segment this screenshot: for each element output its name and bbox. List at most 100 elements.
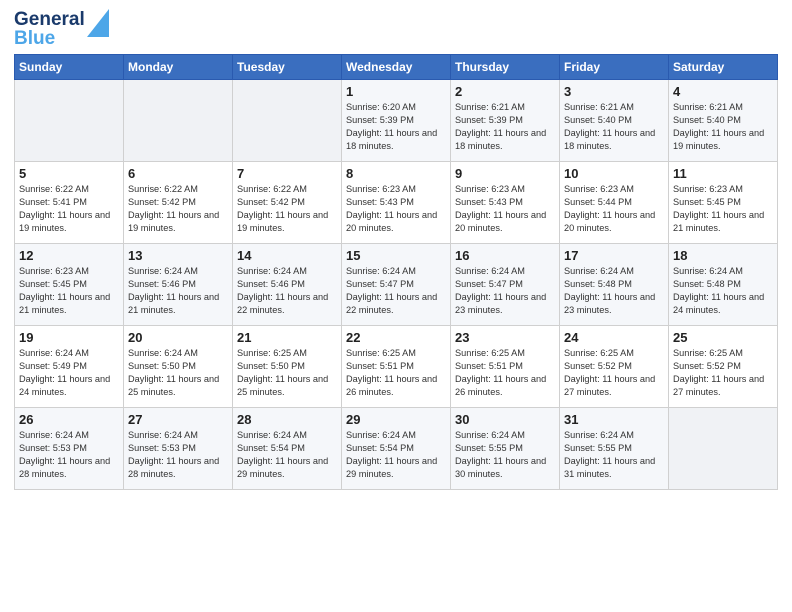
calendar-cell: 26 Sunrise: 6:24 AMSunset: 5:53 PMDayligh…: [15, 408, 124, 490]
day-number: 5: [19, 166, 119, 181]
day-number: 24: [564, 330, 664, 345]
weekday-header-wednesday: Wednesday: [342, 55, 451, 80]
logo-icon: [87, 9, 109, 37]
calendar-cell: 2 Sunrise: 6:21 AMSunset: 5:39 PMDaylight…: [451, 80, 560, 162]
day-number: 17: [564, 248, 664, 263]
calendar-table: SundayMondayTuesdayWednesdayThursdayFrid…: [14, 54, 778, 490]
day-number: 20: [128, 330, 228, 345]
day-number: 27: [128, 412, 228, 427]
calendar-cell: 16Sunrise: 6:24 AMSunset: 5:47 PMDayligh…: [451, 244, 560, 326]
week-row-4: 19 Sunrise: 6:24 AMSunset: 5:49 PMDayligh…: [15, 326, 778, 408]
calendar-cell: 8 Sunrise: 6:23 AMSunset: 5:43 PMDaylight…: [342, 162, 451, 244]
calendar-cell: 11Sunrise: 6:23 AMSunset: 5:45 PMDayligh…: [669, 162, 778, 244]
calendar-cell: 12 Sunrise: 6:23 AMSunset: 5:45 PMDayligh…: [15, 244, 124, 326]
calendar-cell: 19 Sunrise: 6:24 AMSunset: 5:49 PMDayligh…: [15, 326, 124, 408]
calendar-cell: 15 Sunrise: 6:24 AMSunset: 5:47 PMDayligh…: [342, 244, 451, 326]
weekday-header-monday: Monday: [124, 55, 233, 80]
day-number: 2: [455, 84, 555, 99]
calendar-cell: 31 Sunrise: 6:24 AMSunset: 5:55 PMDayligh…: [560, 408, 669, 490]
calendar-cell: 30 Sunrise: 6:24 AMSunset: 5:55 PMDayligh…: [451, 408, 560, 490]
week-row-5: 26 Sunrise: 6:24 AMSunset: 5:53 PMDayligh…: [15, 408, 778, 490]
cell-details: Sunrise: 6:24 AMSunset: 5:47 PMDaylight:…: [346, 265, 446, 317]
calendar-cell: 1 Sunrise: 6:20 AMSunset: 5:39 PMDaylight…: [342, 80, 451, 162]
day-number: 13: [128, 248, 228, 263]
cell-details: Sunrise: 6:24 AMSunset: 5:49 PMDaylight:…: [19, 347, 119, 399]
header: General Blue: [14, 10, 778, 48]
cell-details: Sunrise: 6:22 AMSunset: 5:42 PMDaylight:…: [128, 183, 228, 235]
calendar-cell: 6 Sunrise: 6:22 AMSunset: 5:42 PMDaylight…: [124, 162, 233, 244]
calendar-cell: 27 Sunrise: 6:24 AMSunset: 5:53 PMDayligh…: [124, 408, 233, 490]
cell-details: Sunrise: 6:24 AMSunset: 5:46 PMDaylight:…: [128, 265, 228, 317]
cell-details: Sunrise: 6:22 AMSunset: 5:41 PMDaylight:…: [19, 183, 119, 235]
cell-details: Sunrise: 6:22 AMSunset: 5:42 PMDaylight:…: [237, 183, 337, 235]
cell-details: Sunrise: 6:24 AMSunset: 5:47 PMDaylight:…: [455, 265, 555, 317]
cell-details: Sunrise: 6:24 AMSunset: 5:54 PMDaylight:…: [237, 429, 337, 481]
day-number: 1: [346, 84, 446, 99]
weekday-header-saturday: Saturday: [669, 55, 778, 80]
calendar-cell: 4 Sunrise: 6:21 AMSunset: 5:40 PMDaylight…: [669, 80, 778, 162]
day-number: 15: [346, 248, 446, 263]
cell-details: Sunrise: 6:24 AMSunset: 5:48 PMDaylight:…: [673, 265, 773, 317]
logo-blue: Blue: [14, 29, 55, 48]
calendar-cell: 21Sunrise: 6:25 AMSunset: 5:50 PMDayligh…: [233, 326, 342, 408]
cell-details: Sunrise: 6:21 AMSunset: 5:40 PMDaylight:…: [564, 101, 664, 153]
day-number: 19: [19, 330, 119, 345]
cell-details: Sunrise: 6:25 AMSunset: 5:51 PMDaylight:…: [455, 347, 555, 399]
cell-details: Sunrise: 6:24 AMSunset: 5:50 PMDaylight:…: [128, 347, 228, 399]
calendar-cell: 23 Sunrise: 6:25 AMSunset: 5:51 PMDayligh…: [451, 326, 560, 408]
calendar-cell: 7Sunrise: 6:22 AMSunset: 5:42 PMDaylight…: [233, 162, 342, 244]
week-row-1: 1 Sunrise: 6:20 AMSunset: 5:39 PMDaylight…: [15, 80, 778, 162]
logo: General Blue: [14, 10, 109, 48]
cell-details: Sunrise: 6:24 AMSunset: 5:55 PMDaylight:…: [455, 429, 555, 481]
weekday-header-thursday: Thursday: [451, 55, 560, 80]
cell-details: Sunrise: 6:24 AMSunset: 5:46 PMDaylight:…: [237, 265, 337, 317]
calendar-cell: 5 Sunrise: 6:22 AMSunset: 5:41 PMDaylight…: [15, 162, 124, 244]
day-number: 28: [237, 412, 337, 427]
day-number: 4: [673, 84, 773, 99]
day-number: 26: [19, 412, 119, 427]
day-number: 10: [564, 166, 664, 181]
cell-details: Sunrise: 6:24 AMSunset: 5:53 PMDaylight:…: [128, 429, 228, 481]
page: General Blue SundayMondayTuesdayWednesda…: [0, 0, 792, 612]
cell-details: Sunrise: 6:25 AMSunset: 5:51 PMDaylight:…: [346, 347, 446, 399]
cell-details: Sunrise: 6:23 AMSunset: 5:44 PMDaylight:…: [564, 183, 664, 235]
day-number: 31: [564, 412, 664, 427]
weekday-header-sunday: Sunday: [15, 55, 124, 80]
calendar-cell: [15, 80, 124, 162]
calendar-cell: [124, 80, 233, 162]
cell-details: Sunrise: 6:25 AMSunset: 5:52 PMDaylight:…: [564, 347, 664, 399]
day-number: 3: [564, 84, 664, 99]
calendar-cell: 14 Sunrise: 6:24 AMSunset: 5:46 PMDayligh…: [233, 244, 342, 326]
day-number: 18: [673, 248, 773, 263]
day-number: 29: [346, 412, 446, 427]
cell-details: Sunrise: 6:24 AMSunset: 5:55 PMDaylight:…: [564, 429, 664, 481]
day-number: 12: [19, 248, 119, 263]
day-number: 6: [128, 166, 228, 181]
weekday-header-friday: Friday: [560, 55, 669, 80]
calendar-cell: 13 Sunrise: 6:24 AMSunset: 5:46 PMDayligh…: [124, 244, 233, 326]
cell-details: Sunrise: 6:24 AMSunset: 5:48 PMDaylight:…: [564, 265, 664, 317]
calendar-cell: 24 Sunrise: 6:25 AMSunset: 5:52 PMDayligh…: [560, 326, 669, 408]
week-row-2: 5 Sunrise: 6:22 AMSunset: 5:41 PMDaylight…: [15, 162, 778, 244]
cell-details: Sunrise: 6:21 AMSunset: 5:40 PMDaylight:…: [673, 101, 773, 153]
week-row-3: 12 Sunrise: 6:23 AMSunset: 5:45 PMDayligh…: [15, 244, 778, 326]
cell-details: Sunrise: 6:21 AMSunset: 5:39 PMDaylight:…: [455, 101, 555, 153]
calendar-cell: 22Sunrise: 6:25 AMSunset: 5:51 PMDayligh…: [342, 326, 451, 408]
day-number: 23: [455, 330, 555, 345]
calendar-cell: 20 Sunrise: 6:24 AMSunset: 5:50 PMDayligh…: [124, 326, 233, 408]
day-number: 8: [346, 166, 446, 181]
day-number: 30: [455, 412, 555, 427]
cell-details: Sunrise: 6:23 AMSunset: 5:43 PMDaylight:…: [346, 183, 446, 235]
cell-details: Sunrise: 6:23 AMSunset: 5:45 PMDaylight:…: [673, 183, 773, 235]
cell-details: Sunrise: 6:25 AMSunset: 5:50 PMDaylight:…: [237, 347, 337, 399]
logo-general: General: [14, 10, 85, 29]
calendar-cell: [669, 408, 778, 490]
cell-details: Sunrise: 6:20 AMSunset: 5:39 PMDaylight:…: [346, 101, 446, 153]
cell-details: Sunrise: 6:23 AMSunset: 5:45 PMDaylight:…: [19, 265, 119, 317]
calendar-cell: 17 Sunrise: 6:24 AMSunset: 5:48 PMDayligh…: [560, 244, 669, 326]
cell-details: Sunrise: 6:23 AMSunset: 5:43 PMDaylight:…: [455, 183, 555, 235]
cell-details: Sunrise: 6:24 AMSunset: 5:53 PMDaylight:…: [19, 429, 119, 481]
day-number: 14: [237, 248, 337, 263]
calendar-cell: 29 Sunrise: 6:24 AMSunset: 5:54 PMDayligh…: [342, 408, 451, 490]
cell-details: Sunrise: 6:24 AMSunset: 5:54 PMDaylight:…: [346, 429, 446, 481]
